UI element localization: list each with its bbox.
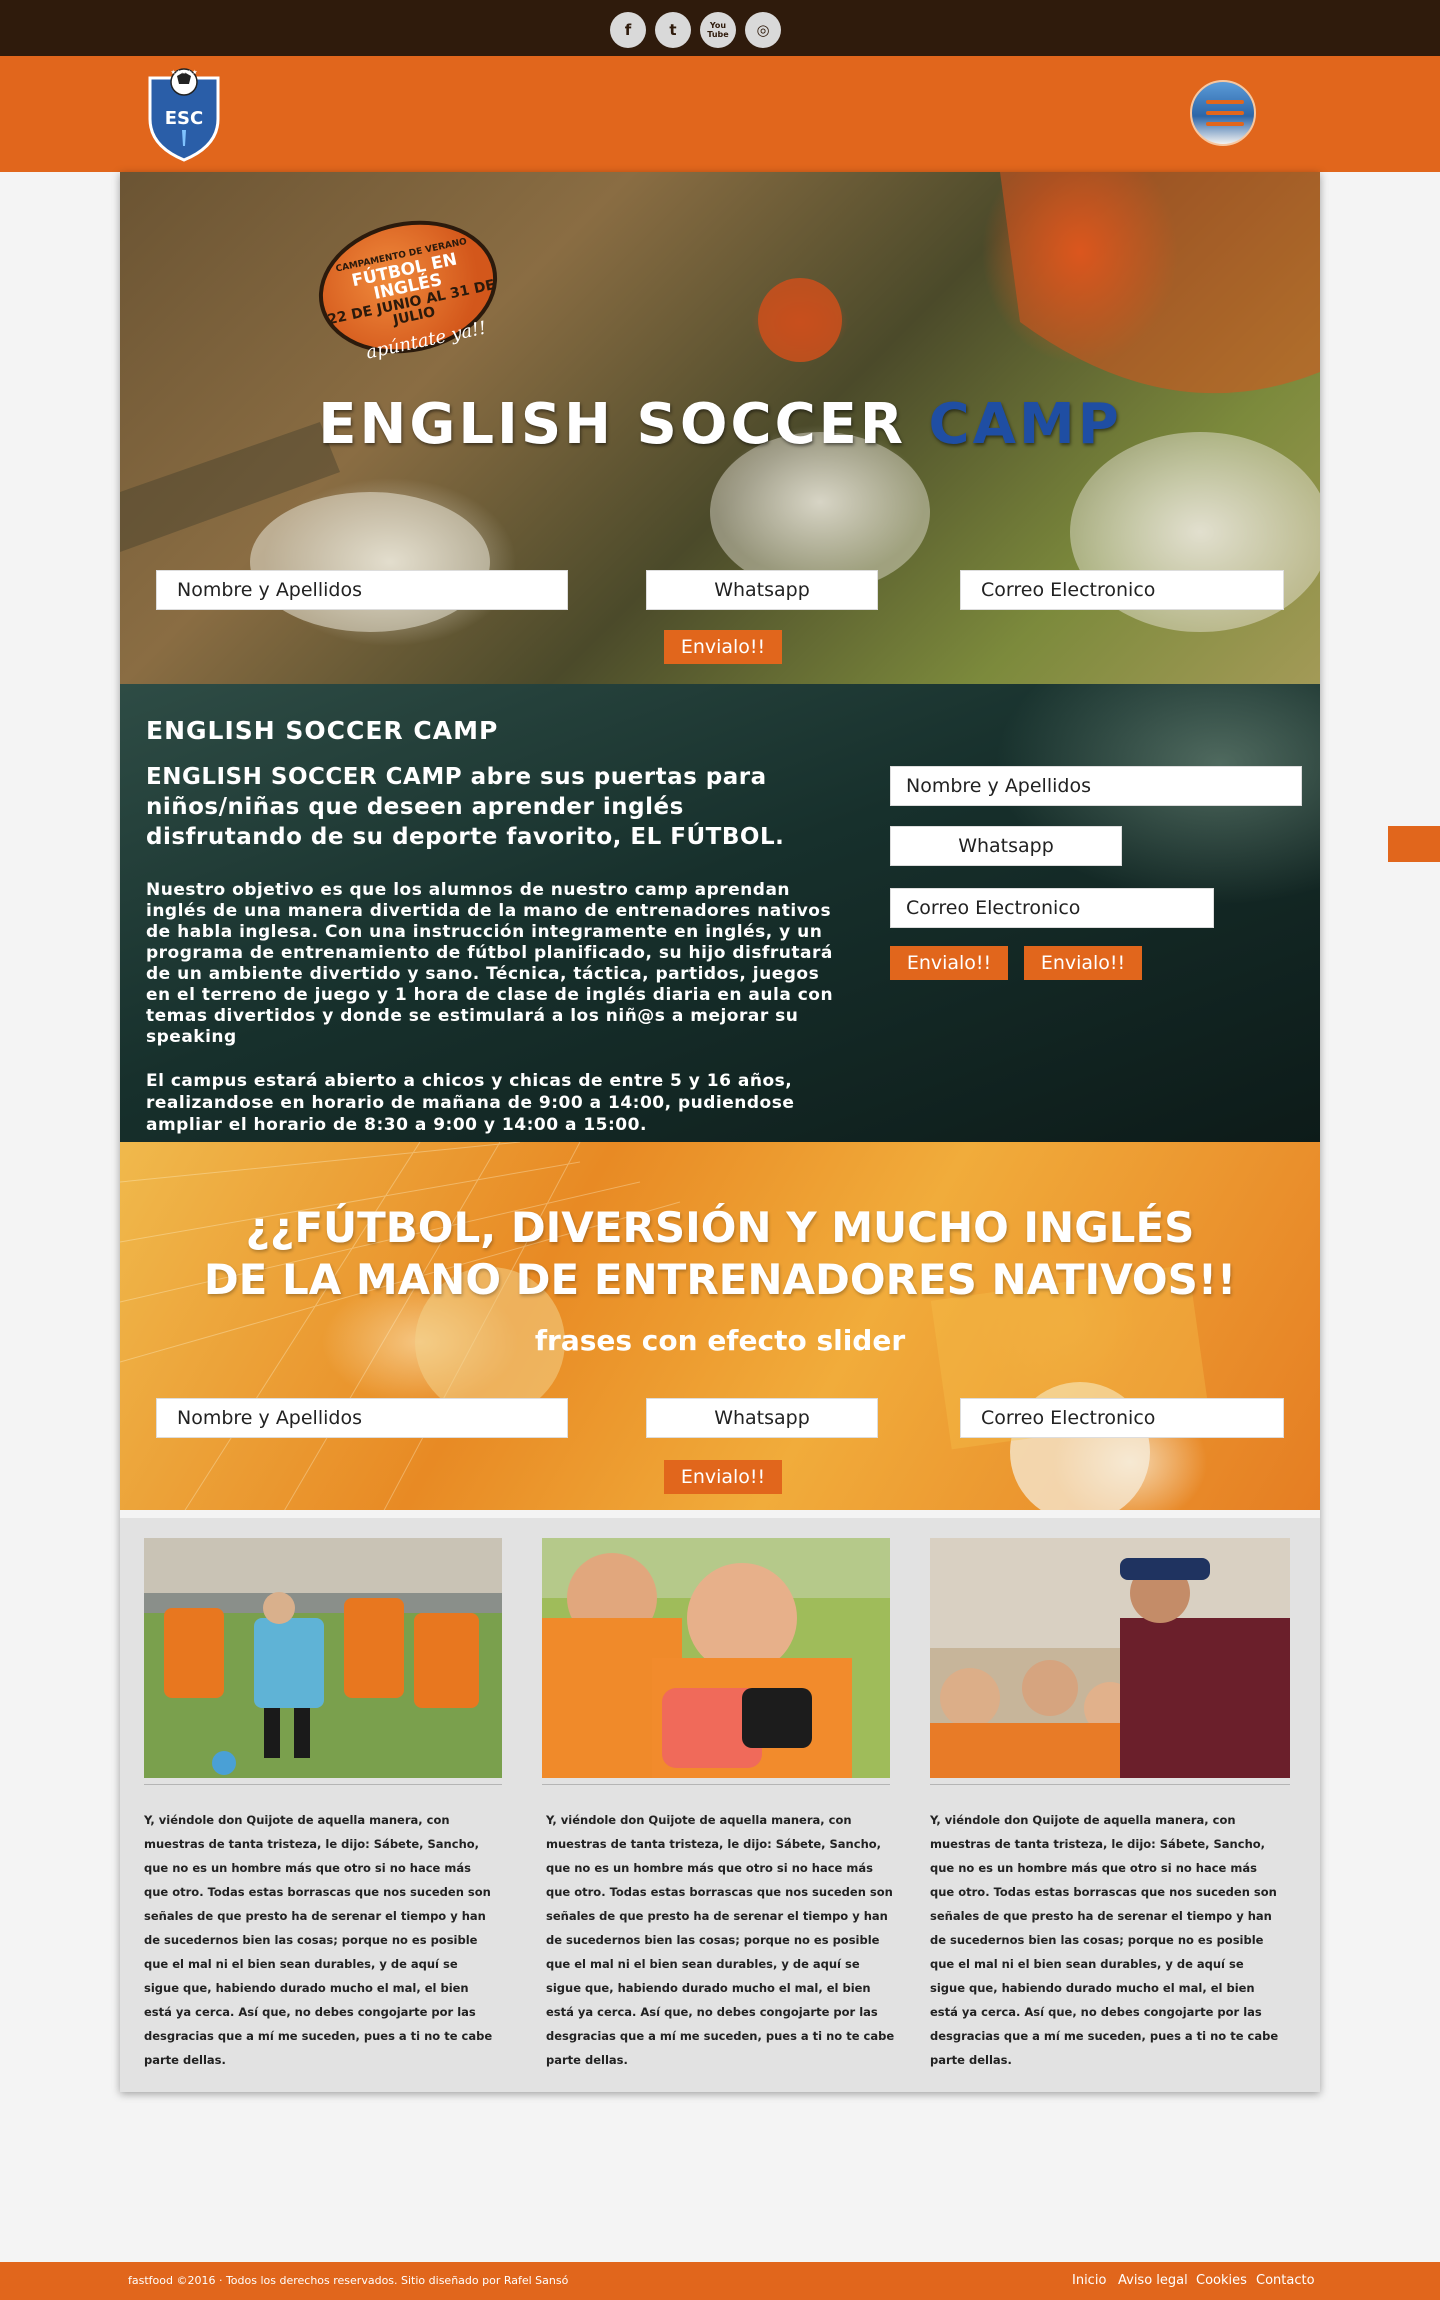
about-heading: ENGLISH SOCCER CAMP — [146, 716, 499, 745]
about-name-input[interactable]: Nombre y Apellidos — [890, 766, 1302, 806]
hero-title: ENGLISH SOCCER CAMP — [120, 392, 1320, 457]
hero-title-main: ENGLISH SOCCER — [318, 392, 929, 457]
slider-subtitle: frases con efecto slider — [534, 1324, 906, 1357]
main-container: CAMPAMENTO DE VERANO FÚTBOL EN INGLÉS 22… — [120, 172, 1320, 2092]
site-header: ★★★★★ ESC — [0, 56, 1440, 172]
hero-whatsapp-input[interactable]: Whatsapp — [646, 570, 878, 610]
hamburger-menu-icon[interactable] — [1190, 80, 1256, 146]
about-paragraph-2: El campus estará abierto a chicos y chic… — [146, 1071, 795, 1135]
card-divider — [542, 1784, 890, 1785]
section-divider — [120, 1510, 1320, 1518]
about-lead: ENGLISH SOCCER CAMP abre sus puertas par… — [146, 764, 785, 850]
about-submit-button-1[interactable]: Envialo!! — [890, 946, 1008, 980]
hero-submit-button[interactable]: Envialo!! — [664, 630, 782, 664]
social-bar: f t You Tube ◎ — [0, 0, 1440, 56]
about-section: ENGLISH SOCCER CAMP ENGLISH SOCCER CAMP … — [120, 684, 1320, 1142]
footer-link-inicio[interactable]: Inicio — [1072, 2273, 1106, 2288]
card-image-kids — [542, 1538, 890, 1778]
footer-link-contacto[interactable]: Contacto — [1256, 2273, 1315, 2288]
slider-headline: ¿¿FÚTBOL, DIVERSIÓN Y MUCHO INGLÉS DE LA… — [120, 1202, 1320, 1306]
footer-copyright: fastfood ©2016 · Todos los derechos rese… — [128, 2274, 569, 2287]
hero-email-input[interactable]: Correo Electronico — [960, 570, 1284, 610]
hero-name-input[interactable]: Nombre y Apellidos — [156, 570, 568, 610]
slider-submit-button[interactable]: Envialo!! — [664, 1460, 782, 1494]
about-email-input[interactable]: Correo Electronico — [890, 888, 1214, 928]
about-paragraph-1: Nuestro objetivo es que los alumnos de n… — [146, 880, 834, 1047]
card-text: Y, viéndole don Quijote de aquella maner… — [144, 1813, 493, 2067]
site-footer: fastfood ©2016 · Todos los derechos rese… — [0, 2262, 1440, 2300]
slider-email-input[interactable]: Correo Electronico — [960, 1398, 1284, 1438]
svg-text:★★★★★: ★★★★★ — [171, 69, 198, 76]
card-text: Y, viéndole don Quijote de aquella maner… — [930, 1813, 1279, 2067]
card-image-coach — [930, 1538, 1290, 1778]
instagram-icon[interactable]: ◎ — [745, 12, 781, 48]
slider-name-input[interactable]: Nombre y Apellidos — [156, 1398, 568, 1438]
slider-headline-line-1: ¿¿FÚTBOL, DIVERSIÓN Y MUCHO INGLÉS — [245, 1203, 1195, 1252]
card-divider — [930, 1784, 1290, 1785]
slider-section: ¿¿FÚTBOL, DIVERSIÓN Y MUCHO INGLÉS DE LA… — [120, 1142, 1320, 1518]
footer-link-aviso-legal[interactable]: Aviso legal — [1118, 2273, 1188, 2288]
youtube-icon[interactable]: You Tube — [700, 12, 736, 48]
card-divider — [144, 1784, 502, 1785]
side-feedback-tab[interactable] — [1388, 826, 1440, 862]
card-image-training — [144, 1538, 502, 1778]
slider-headline-line-2: DE LA MANO DE ENTRENADORES NATIVOS!! — [203, 1255, 1237, 1304]
esc-logo[interactable]: ★★★★★ ESC — [144, 64, 224, 164]
twitter-icon[interactable]: t — [655, 12, 691, 48]
facebook-icon[interactable]: f — [610, 12, 646, 48]
about-whatsapp-input[interactable]: Whatsapp — [890, 826, 1122, 866]
about-submit-button-2[interactable]: Envialo!! — [1024, 946, 1142, 980]
footer-link-cookies[interactable]: Cookies — [1196, 2273, 1247, 2288]
slider-whatsapp-input[interactable]: Whatsapp — [646, 1398, 878, 1438]
card-text: Y, viéndole don Quijote de aquella maner… — [546, 1813, 895, 2067]
hero-banner: CAMPAMENTO DE VERANO FÚTBOL EN INGLÉS 22… — [120, 172, 1320, 684]
hero-title-accent: CAMP — [928, 392, 1122, 457]
svg-text:ESC: ESC — [165, 108, 203, 129]
